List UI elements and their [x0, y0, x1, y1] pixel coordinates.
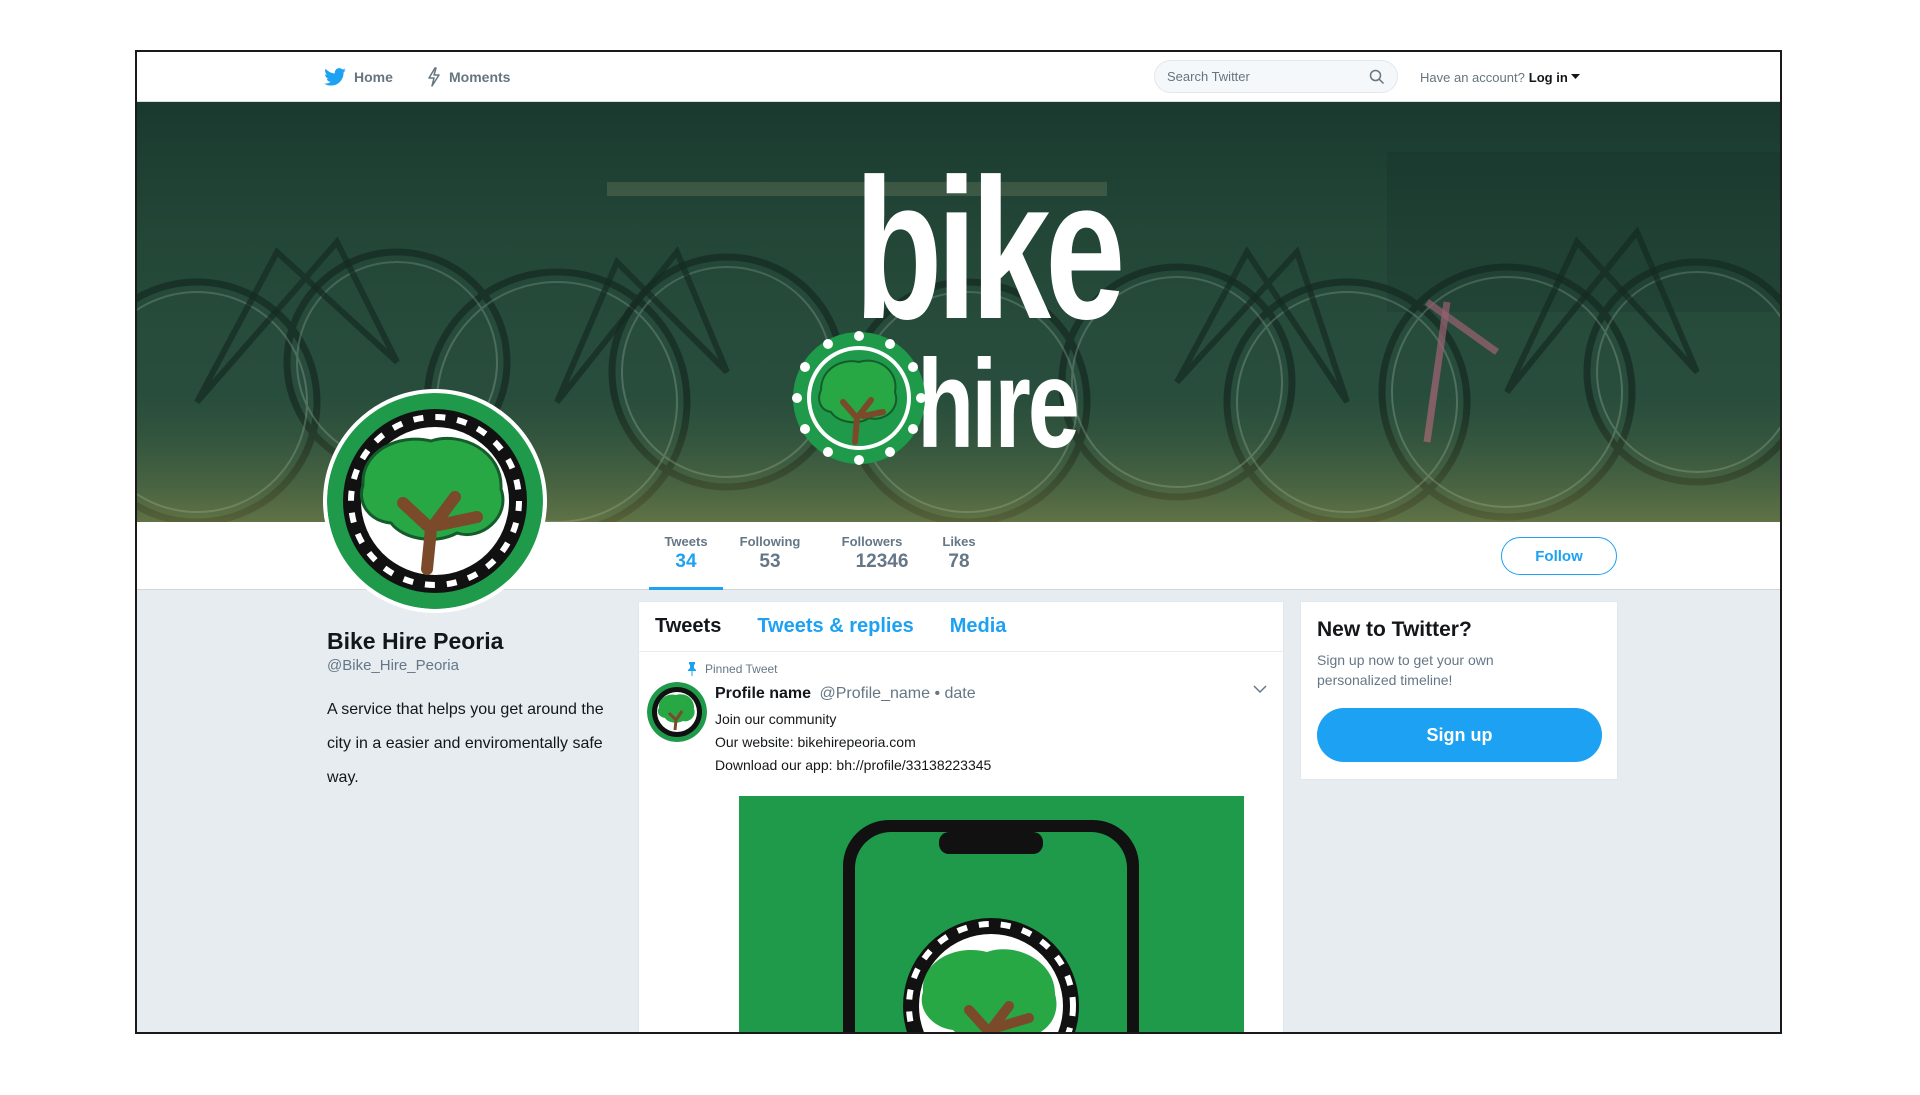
login-area: Have an account? Log in: [1420, 52, 1580, 102]
stat-following[interactable]: Following 53: [735, 534, 805, 573]
tweet-text-line: Our website: bikehirepeoria.com: [715, 734, 916, 750]
lightning-icon: [428, 67, 440, 87]
stat-tweets-value: 34: [675, 551, 697, 572]
pinned-label: Pinned Tweet: [705, 662, 778, 676]
profile-name: Bike Hire Peoria: [327, 628, 504, 654]
nav-home-label: Home: [354, 69, 393, 85]
tab-tweets[interactable]: Tweets: [655, 615, 721, 638]
signup-card: New to Twitter? Sign up now to get your …: [1300, 601, 1618, 780]
nav-moments[interactable]: Moments: [427, 52, 510, 102]
tweet-text-line: Join our community: [715, 711, 837, 727]
search-icon[interactable]: [1369, 69, 1385, 85]
signup-subtitle: Sign up now to get your own personalized…: [1317, 652, 1494, 688]
stat-following-value: 53: [759, 551, 781, 572]
stat-following-label: Following: [739, 534, 801, 549]
tweet-media-image[interactable]: [739, 796, 1244, 1032]
timeline: Tweets Tweets & replies Media Pinned Twe…: [638, 601, 1284, 1032]
tab-tweets-replies[interactable]: Tweets & replies: [757, 615, 913, 638]
stat-followers-label: Followers: [841, 534, 903, 549]
nav-moments-label: Moments: [449, 69, 511, 85]
stat-likes-label: Likes: [942, 534, 976, 549]
top-nav: Home Moments Have an account? Log in: [137, 52, 1780, 102]
pinned-indicator: Pinned Tweet: [687, 662, 778, 676]
search-input[interactable]: [1167, 69, 1369, 84]
stat-followers[interactable]: Followers 12346: [827, 534, 917, 573]
follow-button[interactable]: Follow: [1501, 537, 1617, 575]
phone-app-illustration-icon: [739, 796, 1244, 1032]
tweet-tabs: Tweets Tweets & replies Media: [639, 602, 1283, 652]
stat-tweets[interactable]: Tweets 34: [649, 534, 723, 590]
pin-icon: [688, 662, 696, 676]
browser-frame: Home Moments Have an account? Log in: [135, 50, 1782, 1034]
tweet-header: Profile name @Profile_name • date: [715, 685, 976, 703]
bike-hire-tweet-avatar-icon: [647, 682, 707, 742]
profile-bio: A service that helps you get around the …: [327, 701, 604, 786]
tweet-author-name[interactable]: Profile name: [715, 685, 811, 702]
account-prompt: Have an account?: [1420, 69, 1525, 85]
stat-followers-value: 12346: [855, 551, 909, 572]
login-label: Log in: [1528, 69, 1568, 85]
tweet-text-line: Download our app: bh://profile/331382233…: [715, 757, 992, 773]
stat-tweets-label: Tweets: [664, 534, 708, 549]
twitter-bird-icon: [324, 68, 346, 86]
banner-title: bike: [854, 138, 1125, 361]
signup-title: New to Twitter?: [1317, 618, 1472, 641]
tab-media[interactable]: Media: [950, 615, 1007, 638]
bike-hire-logo-icon: [792, 331, 926, 465]
stat-likes[interactable]: Likes 78: [935, 534, 983, 573]
tweet-avatar[interactable]: [647, 682, 707, 742]
avatar[interactable]: [323, 389, 547, 613]
caret-down-icon: [1570, 74, 1580, 79]
login-link[interactable]: Log in: [1529, 70, 1580, 85]
search-box: [1154, 60, 1398, 93]
bike-hire-avatar-icon: [327, 393, 543, 609]
nav-home[interactable]: Home: [324, 52, 393, 102]
profile-handle[interactable]: @Bike_Hire_Peoria: [327, 657, 459, 674]
tweet-handle-date: @Profile_name • date: [819, 685, 976, 702]
chevron-down-icon[interactable]: [1253, 684, 1267, 694]
banner-subtitle: hire: [917, 335, 1080, 474]
signup-button[interactable]: Sign up: [1317, 708, 1602, 762]
stat-likes-value: 78: [948, 551, 970, 572]
